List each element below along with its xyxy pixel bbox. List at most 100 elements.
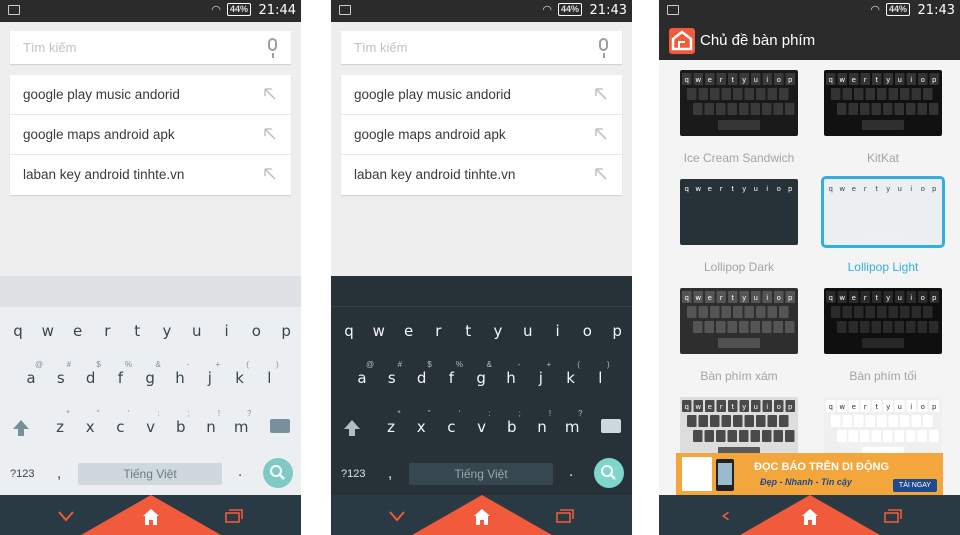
key-e[interactable]: e — [397, 322, 421, 340]
key-x[interactable]: x — [409, 418, 433, 436]
key-f[interactable]: f — [439, 369, 463, 387]
comma-key[interactable]: , — [57, 465, 61, 482]
key-w[interactable]: w — [36, 322, 60, 340]
insert-arrow-icon[interactable] — [261, 125, 279, 143]
key-g[interactable]: g — [138, 369, 162, 387]
key-c[interactable]: c — [439, 418, 463, 436]
search-action-button[interactable] — [594, 458, 624, 488]
key-f[interactable]: f — [108, 369, 132, 387]
backspace-icon[interactable] — [270, 419, 290, 433]
symbols-key[interactable]: ?123 — [341, 468, 365, 480]
key-u[interactable]: u — [185, 322, 209, 340]
chevron-down-icon[interactable] — [58, 510, 74, 522]
suggestion-item[interactable]: laban key android tinhte.vn — [10, 155, 291, 195]
key-j[interactable]: j — [198, 369, 222, 387]
recent-apps-icon[interactable] — [884, 509, 902, 523]
key-o[interactable]: o — [575, 322, 599, 340]
home-icon[interactable] — [142, 508, 160, 526]
comma-key[interactable]: , — [388, 465, 392, 482]
key-q[interactable]: q — [6, 322, 30, 340]
key-o[interactable]: o — [244, 322, 268, 340]
shift-icon[interactable] — [11, 418, 31, 438]
theme-preview[interactable]: qwertyui op — [824, 288, 942, 354]
recent-apps-icon[interactable] — [225, 509, 243, 523]
shift-icon[interactable] — [342, 418, 362, 438]
suggestion-item[interactable]: laban key android tinhte.vn — [341, 155, 622, 195]
key-t[interactable]: t — [456, 322, 480, 340]
key-c[interactable]: c — [108, 418, 132, 436]
theme-preview[interactable]: qwertyui op — [821, 176, 945, 248]
key-n[interactable]: n — [199, 418, 223, 436]
insert-arrow-icon[interactable] — [261, 85, 279, 103]
key-g[interactable]: g — [469, 369, 493, 387]
microphone-icon[interactable] — [268, 38, 277, 58]
key-b[interactable]: b — [500, 418, 524, 436]
symbols-key[interactable]: ?123 — [10, 468, 34, 480]
home-icon[interactable] — [473, 508, 491, 526]
key-a[interactable]: a — [19, 369, 43, 387]
key-j[interactable]: j — [529, 369, 553, 387]
key-h[interactable]: h — [499, 369, 523, 387]
spacebar[interactable]: Tiếng Việt — [78, 463, 222, 485]
key-d[interactable]: d — [79, 369, 103, 387]
insert-arrow-icon[interactable] — [592, 85, 610, 103]
key-s[interactable]: s — [380, 369, 404, 387]
home-icon[interactable] — [801, 508, 819, 526]
chevron-down-icon[interactable] — [389, 510, 405, 522]
microphone-icon[interactable] — [599, 38, 608, 58]
key-z[interactable]: z — [379, 418, 403, 436]
backspace-icon[interactable] — [601, 419, 621, 433]
key-l[interactable]: l — [588, 369, 612, 387]
period-key[interactable]: . — [569, 463, 573, 480]
key-w[interactable]: w — [367, 322, 391, 340]
key-r[interactable]: r — [95, 322, 119, 340]
search-action-button[interactable] — [263, 458, 293, 488]
insert-arrow-icon[interactable] — [592, 165, 610, 183]
key-k[interactable]: k — [228, 369, 252, 387]
search-input[interactable]: Tìm kiếm — [341, 31, 622, 64]
key-b[interactable]: b — [169, 418, 193, 436]
theme-preview[interactable]: qwertyui op — [680, 288, 798, 354]
key-a[interactable]: a — [350, 369, 374, 387]
recent-apps-icon[interactable] — [556, 509, 574, 523]
period-key[interactable]: . — [238, 463, 242, 480]
key-e[interactable]: e — [66, 322, 90, 340]
key-z[interactable]: z — [48, 418, 72, 436]
key-p[interactable]: p — [605, 322, 629, 340]
key-y[interactable]: y — [155, 322, 179, 340]
spacebar[interactable]: Tiếng Việt — [409, 463, 553, 485]
key-t[interactable]: t — [125, 322, 149, 340]
theme-preview[interactable]: qwertyui op — [680, 179, 798, 245]
insert-arrow-icon[interactable] — [592, 125, 610, 143]
theme-preview[interactable]: qwertyui op — [824, 70, 942, 136]
key-v[interactable]: v — [139, 418, 163, 436]
key-v[interactable]: v — [470, 418, 494, 436]
key-y[interactable]: y — [486, 322, 510, 340]
suggestion-item[interactable]: google maps android apk — [10, 115, 291, 155]
theme-preview[interactable]: qwertyui op — [680, 70, 798, 136]
key-p[interactable]: p — [274, 322, 298, 340]
key-u[interactable]: u — [516, 322, 540, 340]
app-logo-icon[interactable] — [669, 28, 695, 54]
key-n[interactable]: n — [530, 418, 554, 436]
suggestion-item[interactable]: google play music andorid — [10, 75, 291, 115]
key-i[interactable]: i — [215, 322, 239, 340]
key-m[interactable]: m — [560, 418, 584, 436]
key-l[interactable]: l — [257, 369, 281, 387]
key-i[interactable]: i — [546, 322, 570, 340]
key-r[interactable]: r — [426, 322, 450, 340]
key-k[interactable]: k — [559, 369, 583, 387]
key-s[interactable]: s — [49, 369, 73, 387]
suggestion-item[interactable]: google maps android apk — [341, 115, 622, 155]
key-h[interactable]: h — [168, 369, 192, 387]
key-m[interactable]: m — [229, 418, 253, 436]
key-d[interactable]: d — [410, 369, 434, 387]
key-q[interactable]: q — [337, 322, 361, 340]
suggestion-item[interactable]: google play music andorid — [341, 75, 622, 115]
search-input[interactable]: Tìm kiếm — [10, 31, 291, 64]
back-icon[interactable] — [721, 510, 733, 522]
ad-banner[interactable]: ĐỌC BÁO TRÊN DI ĐỘNG Đẹp - Nhanh - Tin c… — [676, 453, 943, 495]
download-button[interactable]: TẢI NGAY — [893, 479, 937, 492]
insert-arrow-icon[interactable] — [261, 165, 279, 183]
key-x[interactable]: x — [78, 418, 102, 436]
